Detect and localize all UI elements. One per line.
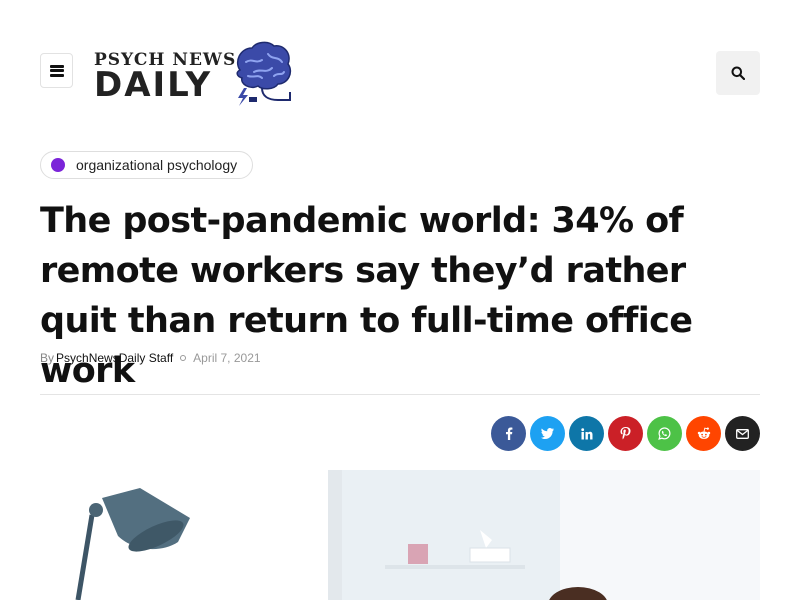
by-label: By: [40, 351, 55, 365]
article-meta: By PsychNewsDaily Staff April 7, 2021: [40, 351, 261, 365]
pinterest-icon: [620, 427, 631, 440]
category-label: organizational psychology: [76, 157, 238, 173]
site-logo[interactable]: PSYCH NEWS DAILY: [94, 40, 299, 108]
menu-button[interactable]: [40, 53, 73, 88]
search-icon: [731, 66, 745, 80]
category-dot: [51, 158, 65, 172]
facebook-icon: [505, 427, 512, 440]
logo-line2: DAILY: [94, 65, 213, 105]
share-linkedin-button[interactable]: [569, 416, 604, 451]
brain-icon: [236, 41, 292, 106]
category-tag[interactable]: organizational psychology: [40, 151, 254, 179]
author-link[interactable]: PsychNewsDaily Staff: [56, 351, 173, 365]
divider: [40, 394, 760, 395]
search-button[interactable]: [716, 51, 760, 95]
bars-icon: [49, 64, 64, 77]
share-bar: [491, 416, 760, 451]
share-facebook-button[interactable]: [491, 416, 526, 451]
whatsapp-icon: [658, 427, 671, 440]
share-email-button[interactable]: [725, 416, 760, 451]
share-pinterest-button[interactable]: [608, 416, 643, 451]
reddit-icon: [697, 427, 710, 439]
share-twitter-button[interactable]: [530, 416, 565, 451]
envelope-icon: [736, 428, 749, 439]
article-title: The post-pandemic world: 34% of remote w…: [40, 201, 693, 391]
share-whatsapp-button[interactable]: [647, 416, 682, 451]
featured-image-art: [40, 470, 760, 600]
meta-separator: [180, 355, 187, 361]
twitter-icon: [541, 428, 554, 439]
share-reddit-button[interactable]: [686, 416, 721, 451]
publish-date: April 7, 2021: [193, 351, 261, 365]
featured-image: [40, 470, 760, 600]
linkedin-icon: [580, 427, 592, 439]
